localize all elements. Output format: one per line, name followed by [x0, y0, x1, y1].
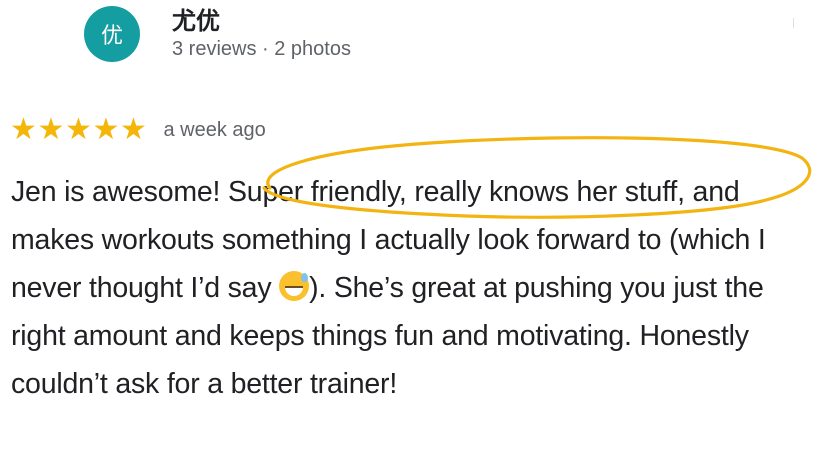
- reviewer-meta: 3 reviews · 2 photos: [172, 38, 351, 60]
- grinning-face-with-sweat-icon: [279, 271, 310, 301]
- star-icon: ★: [120, 112, 147, 147]
- reviewer-header[interactable]: 优 尤优 3 reviews · 2 photos: [84, 6, 351, 62]
- reviewer-name[interactable]: 尤优: [172, 6, 351, 36]
- avatar[interactable]: 优: [84, 6, 140, 62]
- star-icon: ★: [10, 112, 37, 147]
- divider: [793, 18, 794, 28]
- rating-row: ★ ★ ★ ★ ★ a week ago: [10, 114, 266, 146]
- review-date: a week ago: [163, 118, 266, 141]
- review-text: Jen is awesome! Super friendly, really k…: [11, 168, 811, 408]
- star-rating: ★ ★ ★ ★ ★: [10, 114, 148, 146]
- star-icon: ★: [92, 112, 120, 147]
- star-icon: ★: [37, 112, 65, 147]
- reviewer-info: 尤优 3 reviews · 2 photos: [172, 6, 351, 62]
- star-icon: ★: [65, 112, 92, 147]
